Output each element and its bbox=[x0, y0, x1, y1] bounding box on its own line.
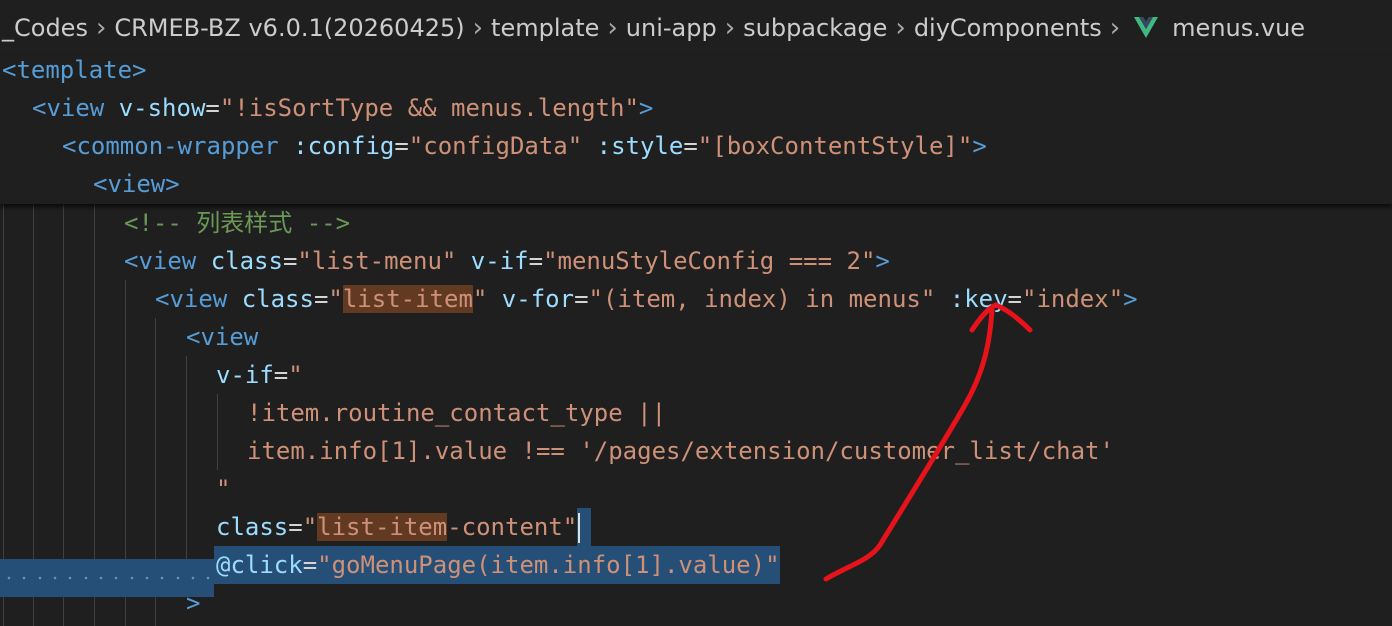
code-token: > bbox=[875, 247, 890, 275]
code-token: :style bbox=[582, 132, 684, 160]
find-match-highlight: list-item bbox=[342, 285, 473, 313]
code-token: class bbox=[227, 285, 314, 313]
code-token: "list-menu" bbox=[297, 247, 457, 275]
code-token: " bbox=[302, 513, 318, 541]
code-line[interactable]: <view v-show="!isSortType && menus.lengt… bbox=[32, 89, 653, 127]
code-token: "goMenuPage(item.info[1].value)" bbox=[317, 551, 780, 579]
code-token: "!isSortType && menus.length" bbox=[219, 94, 639, 122]
code-token: <view bbox=[155, 285, 228, 313]
code-token: = bbox=[302, 551, 318, 579]
code-token: <!-- 列表样式 --> bbox=[124, 209, 351, 237]
indent-guide bbox=[217, 394, 218, 470]
breadcrumb-file-name[interactable]: menus.vue bbox=[1166, 14, 1311, 42]
code-token: " bbox=[328, 285, 343, 313]
code-token: :config bbox=[278, 132, 395, 160]
code-line[interactable]: class="list-item-content" bbox=[216, 508, 592, 546]
code-token: > bbox=[638, 94, 654, 122]
code-line-selected[interactable]: @click="goMenuPage(item.info[1].value)" bbox=[214, 546, 780, 584]
breadcrumb-item-template[interactable]: template bbox=[485, 14, 605, 42]
code-token: v-if bbox=[216, 361, 274, 389]
selection-highlight bbox=[577, 508, 592, 546]
code-token: > bbox=[186, 589, 201, 617]
code-token: = bbox=[205, 94, 220, 122]
code-token: class bbox=[216, 513, 289, 541]
code-token: v-show bbox=[104, 94, 206, 122]
code-line[interactable]: <view class="list-item" v-for="(item, in… bbox=[155, 280, 1138, 318]
code-line[interactable]: item.info[1].value !== '/pages/extension… bbox=[247, 432, 1114, 470]
code-token: "index" bbox=[1022, 285, 1124, 313]
code-line[interactable]: <view class="list-menu" v-if="menuStyleC… bbox=[124, 242, 890, 280]
breadcrumb-item-uni-app[interactable]: uni-app bbox=[620, 14, 723, 42]
sticky-scroll-header[interactable]: <template> <view v-show="!isSortType && … bbox=[0, 56, 1392, 204]
code-token: @click bbox=[216, 551, 303, 579]
code-line[interactable]: <view> bbox=[93, 165, 180, 203]
code-token: "(item, index) in menus" bbox=[588, 285, 936, 313]
code-line[interactable]: <!-- 列表样式 --> bbox=[124, 204, 350, 242]
text-cursor bbox=[578, 513, 581, 543]
code-line[interactable]: <common-wrapper :config="configData" :st… bbox=[62, 127, 987, 165]
chevron-right-icon: › bbox=[472, 13, 484, 43]
indent-guide bbox=[186, 356, 187, 586]
code-token: !item.routine_contact_type || bbox=[247, 399, 667, 427]
breadcrumb-item-diycomponents[interactable]: diyComponents bbox=[908, 14, 1108, 42]
code-line[interactable]: <view bbox=[186, 318, 258, 356]
code-token: "menuStyleConfig === 2" bbox=[543, 247, 876, 275]
code-token: " bbox=[472, 285, 488, 313]
code-line[interactable]: <template> bbox=[2, 51, 147, 89]
breadcrumb: _Codes › CRMEB-BZ v6.0.1(20260425) › tem… bbox=[0, 0, 1392, 56]
code-token: " bbox=[288, 361, 303, 389]
code-token: = bbox=[394, 132, 409, 160]
code-token: item.info[1].value !== '/pages/extension… bbox=[247, 437, 1114, 465]
breadcrumb-item-crmeb[interactable]: CRMEB-BZ v6.0.1(20260425) bbox=[108, 14, 470, 42]
code-line[interactable]: !item.routine_contact_type || bbox=[247, 394, 666, 432]
code-token: "configData" bbox=[408, 132, 583, 160]
code-token: <view bbox=[32, 94, 105, 122]
code-token: = bbox=[273, 361, 289, 389]
code-token: > bbox=[972, 132, 987, 160]
code-token: = bbox=[288, 513, 303, 541]
code-token: <view bbox=[186, 323, 259, 351]
code-token: = bbox=[683, 132, 698, 160]
code-token: <template> bbox=[2, 56, 147, 84]
vue-icon bbox=[1134, 17, 1159, 38]
code-token: = bbox=[282, 247, 298, 275]
code-token: <view bbox=[124, 247, 197, 275]
code-token: class bbox=[196, 247, 283, 275]
code-token: > bbox=[1123, 285, 1138, 313]
chevron-right-icon: › bbox=[95, 13, 107, 43]
breadcrumb-item-subpackage[interactable]: subpackage bbox=[737, 14, 893, 42]
chevron-right-icon: › bbox=[1109, 13, 1121, 43]
code-line[interactable]: > bbox=[186, 584, 200, 622]
code-token: <view> bbox=[93, 170, 180, 198]
code-token: "[boxContentStyle]" bbox=[697, 132, 973, 160]
code-token: = bbox=[313, 285, 329, 313]
chevron-right-icon: › bbox=[607, 13, 618, 43]
code-token: = bbox=[574, 285, 589, 313]
code-line[interactable]: " bbox=[216, 470, 230, 508]
breadcrumb-item-codes[interactable]: _Codes bbox=[0, 14, 94, 42]
selection-highlight bbox=[0, 559, 214, 597]
code-token: -content" bbox=[447, 513, 578, 541]
code-token: = bbox=[1007, 285, 1022, 313]
chevron-right-icon: › bbox=[724, 13, 736, 43]
code-token: v-for bbox=[487, 285, 575, 313]
code-line[interactable]: v-if=" bbox=[216, 356, 303, 394]
code-token: <common-wrapper bbox=[62, 132, 279, 160]
code-editor[interactable]: <!-- 列表样式 --> <view class="list-menu" v-… bbox=[0, 204, 1392, 626]
find-match-highlight: list-item bbox=[317, 513, 448, 541]
code-token: " bbox=[216, 475, 231, 503]
code-token: v-if bbox=[456, 247, 529, 275]
code-token: :key bbox=[935, 285, 1008, 313]
chevron-right-icon: › bbox=[895, 13, 906, 43]
code-token: = bbox=[528, 247, 544, 275]
